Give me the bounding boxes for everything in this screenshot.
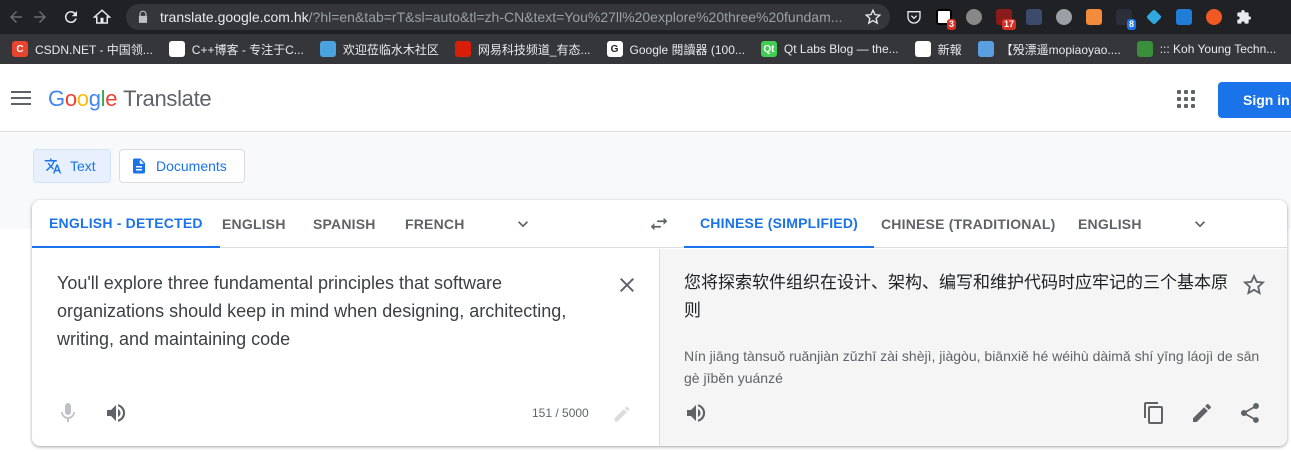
document-icon — [130, 157, 148, 175]
extension-1-icon[interactable]: 3 — [930, 4, 958, 30]
bookmark-star-icon[interactable] — [864, 8, 882, 26]
logo-letter: g — [88, 86, 101, 111]
bookmark-item[interactable]: ::: Koh Young Techn... — [1129, 37, 1285, 61]
url-host: translate.google.com.hk — [160, 9, 309, 25]
app-header: Google Translate Sign in — [0, 64, 1291, 132]
bookmark-item[interactable]: 新報 — [907, 37, 970, 61]
text-mode-button[interactable]: Text — [33, 149, 111, 183]
source-textarea[interactable]: You'll explore three fundamental princip… — [57, 269, 587, 353]
url-path: /?hl=en&tab=rT&sl=auto&tl=zh-CN&text=You… — [308, 9, 843, 25]
bookmark-item[interactable]: 网易科技频道_有态... — [447, 37, 599, 61]
csdn-icon: C — [12, 41, 28, 57]
extension-badge: 17 — [1001, 19, 1016, 30]
forward-icon[interactable] — [26, 3, 54, 31]
bookmark-item[interactable]: C CSDN.NET - 中国领... — [4, 37, 161, 61]
logo-letter: o — [64, 86, 77, 111]
microphone-icon[interactable] — [56, 401, 80, 425]
main-menu-icon[interactable] — [10, 88, 32, 110]
extension-8-icon[interactable] — [1140, 4, 1168, 30]
bookmark-label: 网易科技频道_有态... — [477, 42, 591, 57]
extension-7-icon[interactable]: 8 — [1110, 4, 1138, 30]
globe-icon — [168, 41, 185, 57]
share-icon[interactable] — [1238, 401, 1262, 425]
address-bar[interactable]: translate.google.com.hk/?hl=en&tab=rT&sl… — [126, 4, 890, 30]
documents-mode-label: Documents — [156, 158, 227, 174]
translate-icon — [44, 157, 62, 175]
bookmark-label: C++博客 - 专注于C... — [191, 42, 304, 57]
listen-translation-icon[interactable] — [684, 401, 708, 425]
lock-icon[interactable] — [136, 10, 150, 24]
source-panel: You'll explore three fundamental princip… — [32, 249, 659, 446]
sign-in-button[interactable]: Sign in — [1218, 82, 1291, 118]
mopiaoyao-icon — [977, 41, 994, 57]
romanization-text: Nín jiāng tànsuǒ ruǎnjiàn zǔzhī zài shèj… — [684, 348, 1260, 386]
extension-9-icon[interactable] — [1200, 4, 1228, 30]
documents-mode-button[interactable]: Documents — [119, 149, 245, 183]
save-translation-star-icon[interactable] — [1242, 273, 1266, 297]
bookmark-item[interactable]: 【殁漂遥mopiaoyao.... — [970, 37, 1129, 61]
puzzle-icon[interactable] — [1230, 4, 1258, 30]
newsmth-icon — [319, 41, 336, 57]
bookmarks-bar: C CSDN.NET - 中国领... C++博客 - 专注于C... 欢迎莅临水木社… — [0, 34, 1291, 64]
tab-target-chinese-simplified[interactable]: CHINESE (SIMPLIFIED) — [684, 200, 875, 248]
google-apps-icon[interactable] — [1177, 90, 1195, 108]
tab-target-english[interactable]: ENGLISH — [1078, 200, 1142, 248]
tab-source-french[interactable]: FRENCH — [405, 200, 465, 248]
translation-output: 您将探索软件组织在设计、架构、编写和维护代码时应牢记的三个基本原则 — [684, 273, 1228, 321]
bookmark-label: Google 閱讀器 (100... — [629, 42, 745, 57]
bookmark-label: Qt Labs Blog — the... — [783, 42, 899, 56]
bookmark-item[interactable]: Qt Qt Labs Blog — the... — [753, 37, 907, 61]
google-icon: G — [606, 41, 623, 57]
globe-icon — [914, 41, 931, 57]
pocket-icon[interactable] — [900, 4, 928, 30]
extension-badge: 3 — [946, 19, 956, 30]
logo-letter: G — [48, 86, 65, 111]
extensions-bar: 3 17 8 — [900, 4, 1258, 30]
swap-languages-icon[interactable] — [648, 213, 670, 235]
reload-icon[interactable] — [57, 3, 85, 31]
character-count: 151 / 5000 — [532, 406, 589, 420]
target-more-languages-icon[interactable] — [1190, 214, 1210, 234]
tab-source-english[interactable]: ENGLISH — [222, 200, 286, 248]
extension-3-icon[interactable]: 17 — [990, 4, 1018, 30]
bookmark-item[interactable]: C++博客 - 专注于C... — [161, 37, 312, 61]
bookmark-label: 欢迎莅临水木社区 — [342, 42, 439, 57]
tab-target-chinese-traditional[interactable]: CHINESE (TRADITIONAL) — [881, 200, 1056, 248]
translation-card: ENGLISH - DETECTED ENGLISH SPANISH FRENC… — [32, 200, 1287, 446]
bookmark-label: 新報 — [937, 42, 962, 57]
copy-translation-icon[interactable] — [1142, 401, 1166, 425]
bookmark-label: 【殁漂遥mopiaoyao.... — [1000, 42, 1121, 57]
extension-6-icon[interactable] — [1080, 4, 1108, 30]
page: Google Translate Sign in Text Documents E… — [0, 64, 1291, 452]
target-panel: 您将探索软件组织在设计、架构、编写和维护代码时应牢记的三个基本原则 Nín ji… — [659, 249, 1287, 446]
text-mode-label: Text — [70, 158, 96, 174]
tab-source-spanish[interactable]: SPANISH — [313, 200, 376, 248]
extension-badge: 8 — [1126, 19, 1136, 30]
clear-source-icon[interactable] — [615, 273, 639, 297]
suggest-edit-icon[interactable] — [1190, 401, 1214, 425]
extension-2-icon[interactable] — [960, 4, 988, 30]
bookmark-label: ::: Koh Young Techn... — [1159, 42, 1277, 56]
bookmark-label: CSDN.NET - 中国领... — [35, 42, 153, 57]
bookmark-item[interactable]: G Google 閱讀器 (100... — [599, 37, 753, 61]
browser-toolbar: translate.google.com.hk/?hl=en&tab=rT&sl… — [0, 0, 1291, 34]
logo-letter: o — [76, 86, 89, 111]
extension-5-icon[interactable] — [1050, 4, 1078, 30]
bookmark-item[interactable]: 欢迎莅临水木社区 — [312, 37, 447, 61]
listen-source-icon[interactable] — [104, 401, 128, 425]
tab-source-detected[interactable]: ENGLISH - DETECTED — [32, 200, 220, 248]
extension-4-icon[interactable] — [1020, 4, 1048, 30]
logo-letter: e — [105, 86, 118, 111]
source-more-languages-icon[interactable] — [513, 214, 533, 234]
language-bar: ENGLISH - DETECTED ENGLISH SPANISH FRENC… — [32, 200, 1287, 248]
qt-icon: Qt — [760, 41, 777, 57]
kohyoung-icon — [1136, 41, 1153, 57]
google-translate-logo[interactable]: Google Translate — [48, 86, 212, 112]
handwriting-icon[interactable] — [612, 404, 632, 424]
netease-icon — [454, 41, 471, 57]
trello-icon[interactable] — [1170, 4, 1198, 30]
product-name: Translate — [123, 86, 212, 111]
home-icon[interactable] — [88, 3, 116, 31]
